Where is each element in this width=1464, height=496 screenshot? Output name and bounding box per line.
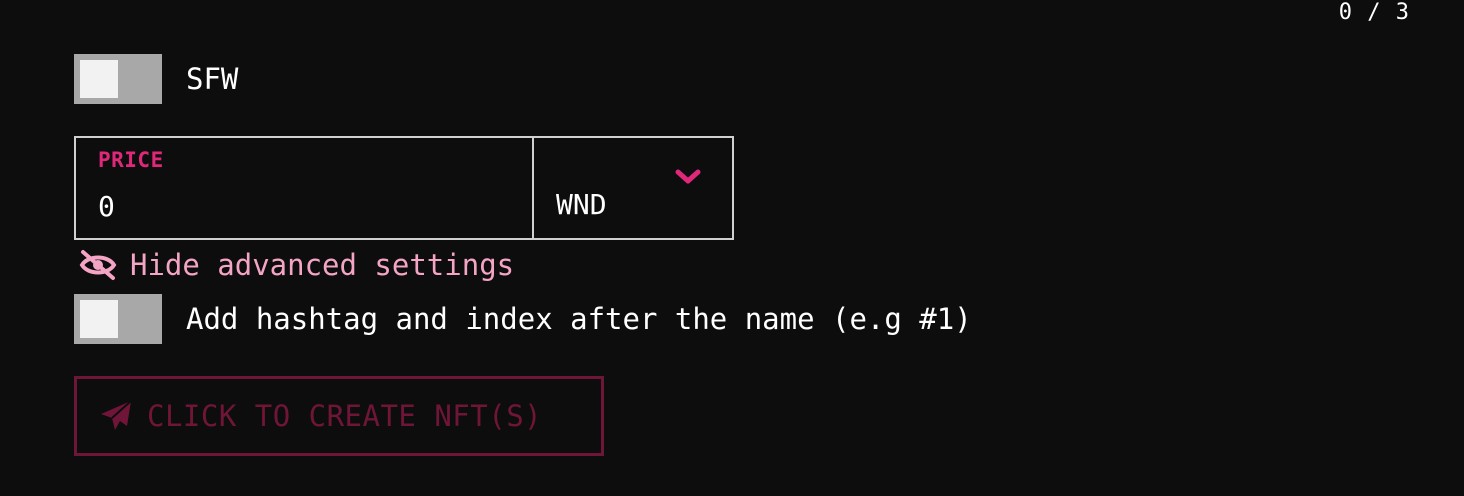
price-group: PRICE WND [74, 136, 734, 240]
hide-advanced-settings-link[interactable]: Hide advanced settings [78, 248, 514, 282]
eye-slash-icon [79, 250, 117, 280]
currency-value: WND [556, 188, 607, 221]
hide-advanced-settings-label: Hide advanced settings [130, 248, 515, 282]
create-nft-label: CLICK TO CREATE NFT(S) [147, 399, 543, 433]
paper-plane-icon [101, 400, 132, 430]
currency-select[interactable]: WND [534, 136, 734, 240]
sfw-toggle-row: SFW [74, 54, 238, 104]
price-label: PRICE [98, 148, 164, 172]
price-field[interactable]: PRICE [74, 136, 534, 240]
create-nft-button[interactable]: CLICK TO CREATE NFT(S) [74, 376, 604, 456]
price-input[interactable] [98, 188, 498, 224]
sfw-toggle-label: SFW [186, 62, 239, 96]
sfw-toggle-knob [80, 60, 118, 98]
file-counter: 0 / 3 [1338, 0, 1410, 25]
chevron-down-icon [675, 169, 701, 184]
hashtag-toggle[interactable] [74, 294, 162, 344]
sfw-toggle[interactable] [74, 54, 162, 104]
hashtag-toggle-row: Add hashtag and index after the name (e.… [74, 294, 972, 344]
hashtag-toggle-label: Add hashtag and index after the name (e.… [186, 302, 972, 336]
hashtag-toggle-knob [80, 300, 118, 338]
